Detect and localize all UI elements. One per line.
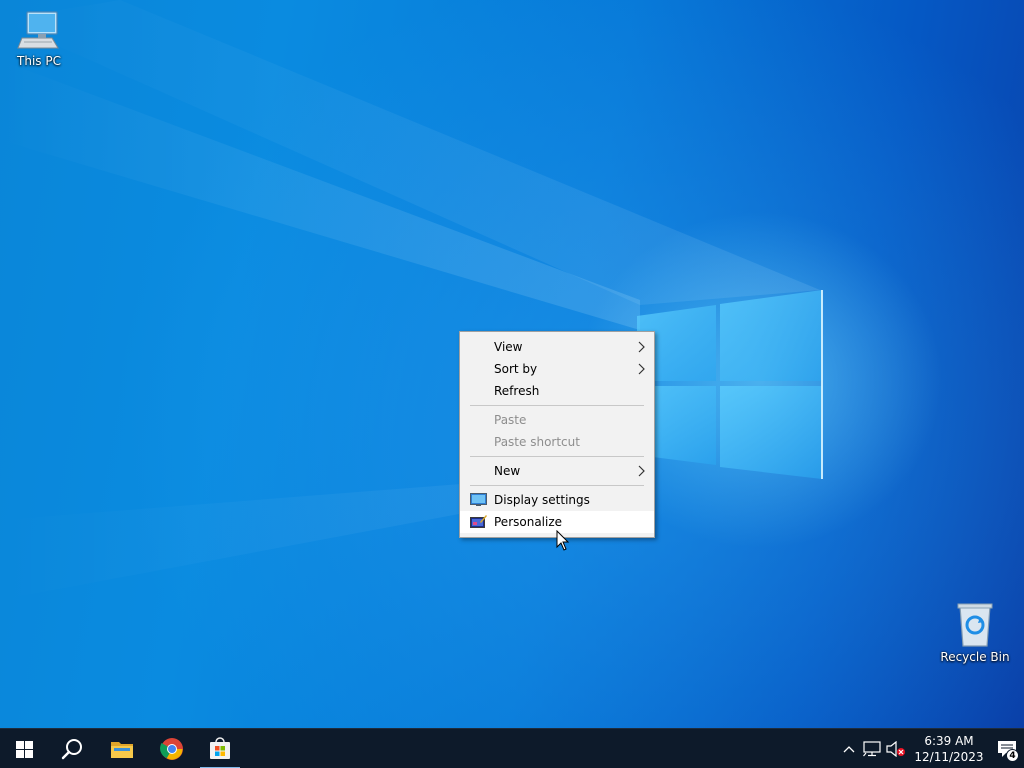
menu-item-paste-shortcut: Paste shortcut <box>460 431 654 453</box>
mouse-cursor-icon <box>556 530 570 551</box>
chevron-right-icon <box>638 363 645 375</box>
menu-item-label: Refresh <box>494 384 540 398</box>
taskbar-chrome[interactable] <box>148 729 196 768</box>
menu-item-paste: Paste <box>460 409 654 431</box>
desktop-icon-label: This PC <box>17 54 61 68</box>
taskbar-microsoft-store[interactable] <box>196 729 244 768</box>
clock-date: 12/11/2023 <box>914 750 984 764</box>
menu-item-label: Personalize <box>494 515 563 529</box>
desktop-context-menu: View Sort by Refresh Paste Paste shortcu… <box>459 331 655 538</box>
search-icon <box>61 739 82 760</box>
network-button[interactable] <box>861 729 883 768</box>
menu-item-view[interactable]: View <box>460 336 654 358</box>
menu-item-label: View <box>494 340 523 354</box>
desktop-icon-this-pc[interactable]: This PC <box>1 8 77 68</box>
menu-separator <box>470 485 644 486</box>
volume-muted-icon <box>886 741 905 757</box>
personalize-icon <box>470 515 487 528</box>
chevron-up-icon <box>843 746 855 753</box>
clock-time: 6:39 AM <box>924 734 974 748</box>
menu-item-label: Display settings <box>494 493 590 507</box>
menu-item-label: New <box>494 464 521 478</box>
search-button[interactable] <box>48 729 96 768</box>
menu-item-display-settings[interactable]: Display settings <box>460 489 654 511</box>
clock[interactable]: 6:39 AM 12/11/2023 <box>909 729 989 768</box>
recycle-bin-icon <box>957 603 993 647</box>
display-settings-icon <box>470 493 487 506</box>
menu-item-label: Paste <box>494 413 527 427</box>
menu-item-label: Paste shortcut <box>494 435 580 449</box>
menu-separator <box>470 405 644 406</box>
taskbar-file-explorer[interactable] <box>98 729 146 768</box>
windows-logo-icon <box>15 740 33 758</box>
action-center-button[interactable]: 4 <box>990 729 1024 768</box>
volume-button[interactable] <box>884 729 908 768</box>
network-icon <box>863 741 881 757</box>
desktop[interactable]: This PC Recycle Bin View Sort by Refresh… <box>0 0 1024 728</box>
menu-item-refresh[interactable]: Refresh <box>460 380 654 402</box>
show-hidden-icons-button[interactable] <box>838 729 860 768</box>
chrome-icon <box>160 738 183 760</box>
notification-count-badge: 4 <box>1006 749 1019 762</box>
menu-separator <box>470 456 644 457</box>
store-icon <box>210 737 230 759</box>
folder-icon <box>111 742 133 758</box>
taskbar: 6:39 AM 12/11/2023 4 <box>0 728 1024 768</box>
chevron-right-icon <box>638 341 645 353</box>
menu-item-new[interactable]: New <box>460 460 654 482</box>
this-pc-icon <box>17 11 59 49</box>
menu-item-sort-by[interactable]: Sort by <box>460 358 654 380</box>
desktop-icon-recycle-bin[interactable]: Recycle Bin <box>937 600 1013 664</box>
desktop-icon-label: Recycle Bin <box>940 650 1010 664</box>
start-button[interactable] <box>0 729 48 768</box>
menu-item-label: Sort by <box>494 362 538 376</box>
chevron-right-icon <box>638 465 645 477</box>
